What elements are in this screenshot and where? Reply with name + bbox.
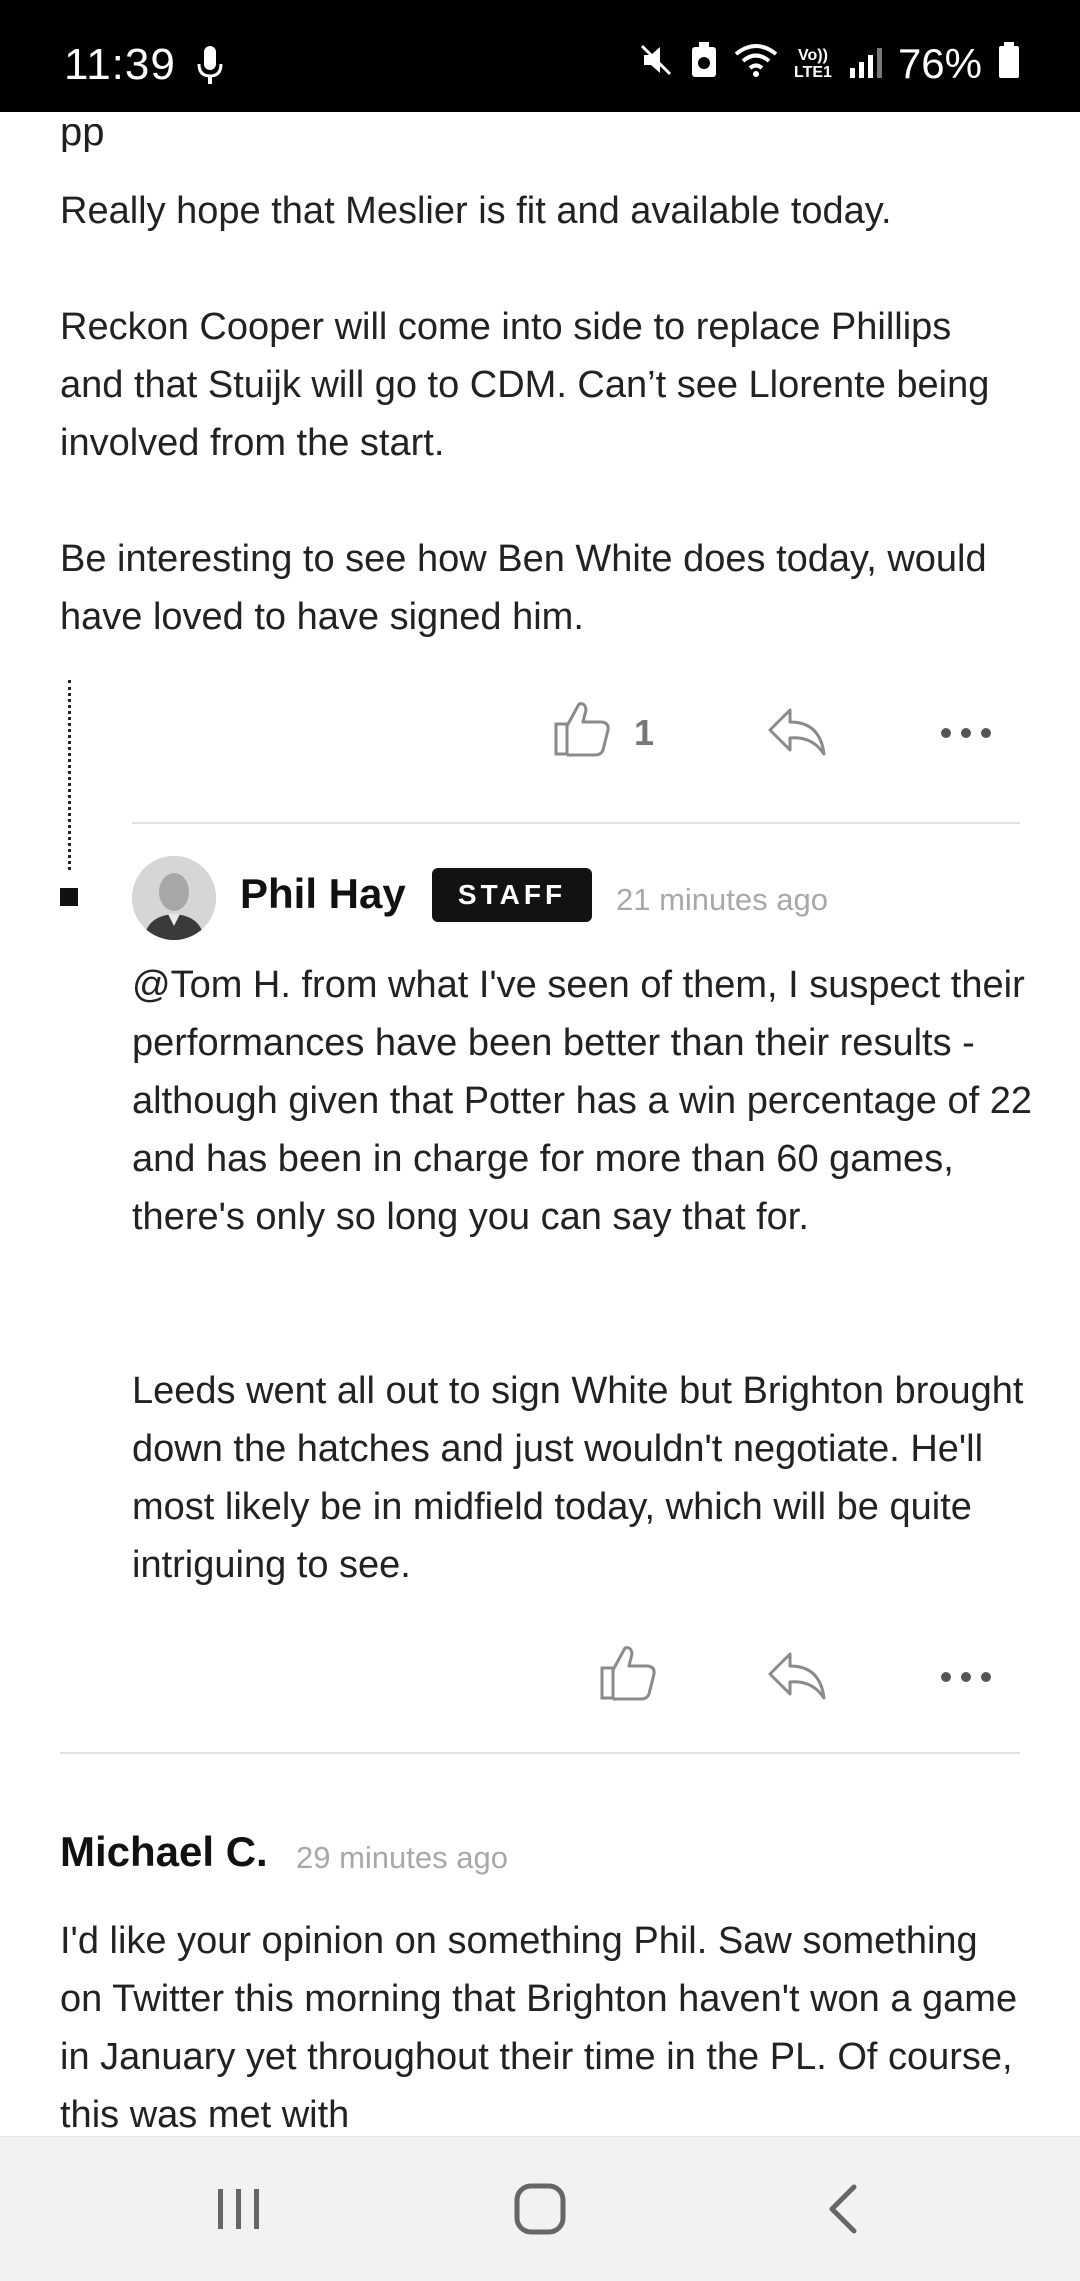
like-button[interactable] [598,1642,660,1711]
divider [60,1752,1020,1754]
reply-arrow-icon [766,1652,828,1706]
signal-icon [848,40,882,88]
microphone-icon [196,46,224,91]
comment-paragraph: Reckon Cooper will come into side to rep… [60,306,990,464]
comments-feed[interactable]: pp Really hope that Meslier is fit and a… [0,112,1080,2136]
previous-text-fragment: pp [60,112,105,154]
comment-paragraph: I'd like your opinion on something Phil.… [60,1920,1018,2136]
status-bar: 11:39 Vo)) LTE1 76% [0,0,1080,112]
reply-paragraph: @Tom H. from what I've seen of them, I s… [132,964,1032,1238]
reply-arrow-icon [766,708,828,762]
avatar[interactable] [132,856,216,940]
recent-apps-icon [214,2189,264,2237]
battery-icon [998,40,1020,88]
divider [132,822,1020,824]
home-icon [514,2183,566,2239]
network-type-label: Vo)) LTE1 [794,47,832,81]
thread-connector-line [68,680,71,870]
reply-button[interactable] [766,706,828,763]
reply-button[interactable] [766,1650,828,1707]
like-button[interactable]: 1 [552,698,654,767]
reply-author-name[interactable]: Phil Hay [240,870,406,918]
more-options-button[interactable] [940,1670,992,1688]
comment-paragraph: Really hope that Meslier is fit and avai… [60,190,892,232]
back-icon [824,2184,860,2239]
like-count: 1 [634,711,655,753]
staff-badge: STAFF [432,868,592,922]
more-dots-icon [940,1670,992,1687]
status-time: 11:39 [64,40,176,89]
thumbs-up-icon [552,698,614,767]
reply-timestamp: 21 minutes ago [616,882,828,917]
system-navigation-bar [0,2136,1080,2281]
more-options-button[interactable] [940,726,992,744]
mute-icon [638,40,674,88]
more-dots-icon [940,726,992,743]
comment-timestamp: 29 minutes ago [296,1840,508,1875]
thread-connector-node [60,888,78,906]
battery-percent: 76% [897,40,982,87]
thumbs-up-icon [598,1642,660,1711]
back-button[interactable] [824,2183,860,2240]
comment-paragraph: Be interesting to see how Ben White does… [60,538,987,638]
home-button[interactable] [514,2183,566,2240]
comment-author-name[interactable]: Michael C. [60,1828,268,1876]
battery-saver-icon [690,40,718,88]
recent-apps-button[interactable] [214,2185,264,2238]
wifi-icon [734,40,778,88]
reply-paragraph: Leeds went all out to sign White but Bri… [132,1370,1024,1586]
